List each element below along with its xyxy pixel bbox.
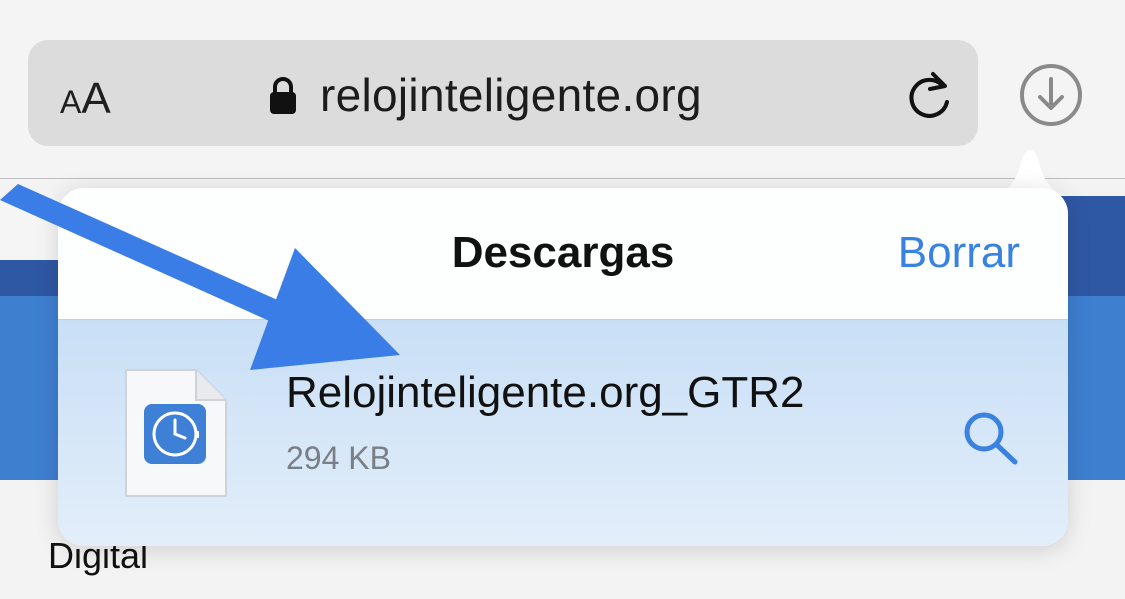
- annotation-arrow: [0, 184, 400, 370]
- text-size-big-glyph: A: [81, 74, 111, 123]
- text-size-small-glyph: A: [60, 84, 82, 120]
- watch-file-icon: [124, 368, 228, 503]
- reload-icon[interactable]: [903, 68, 955, 129]
- clear-downloads-button[interactable]: Borrar: [898, 228, 1020, 278]
- address-bar[interactable]: AA relojinteligente.org: [28, 40, 978, 146]
- download-file-size: 294 KB: [286, 440, 391, 476]
- text-size-button[interactable]: AA: [60, 74, 111, 124]
- url-text[interactable]: relojinteligente.org: [320, 68, 702, 122]
- browser-toolbar: AA relojinteligente.org: [0, 0, 1125, 179]
- magnifier-icon[interactable]: [960, 408, 1020, 473]
- download-circle-icon[interactable]: [1018, 62, 1084, 133]
- lock-icon: [268, 76, 298, 121]
